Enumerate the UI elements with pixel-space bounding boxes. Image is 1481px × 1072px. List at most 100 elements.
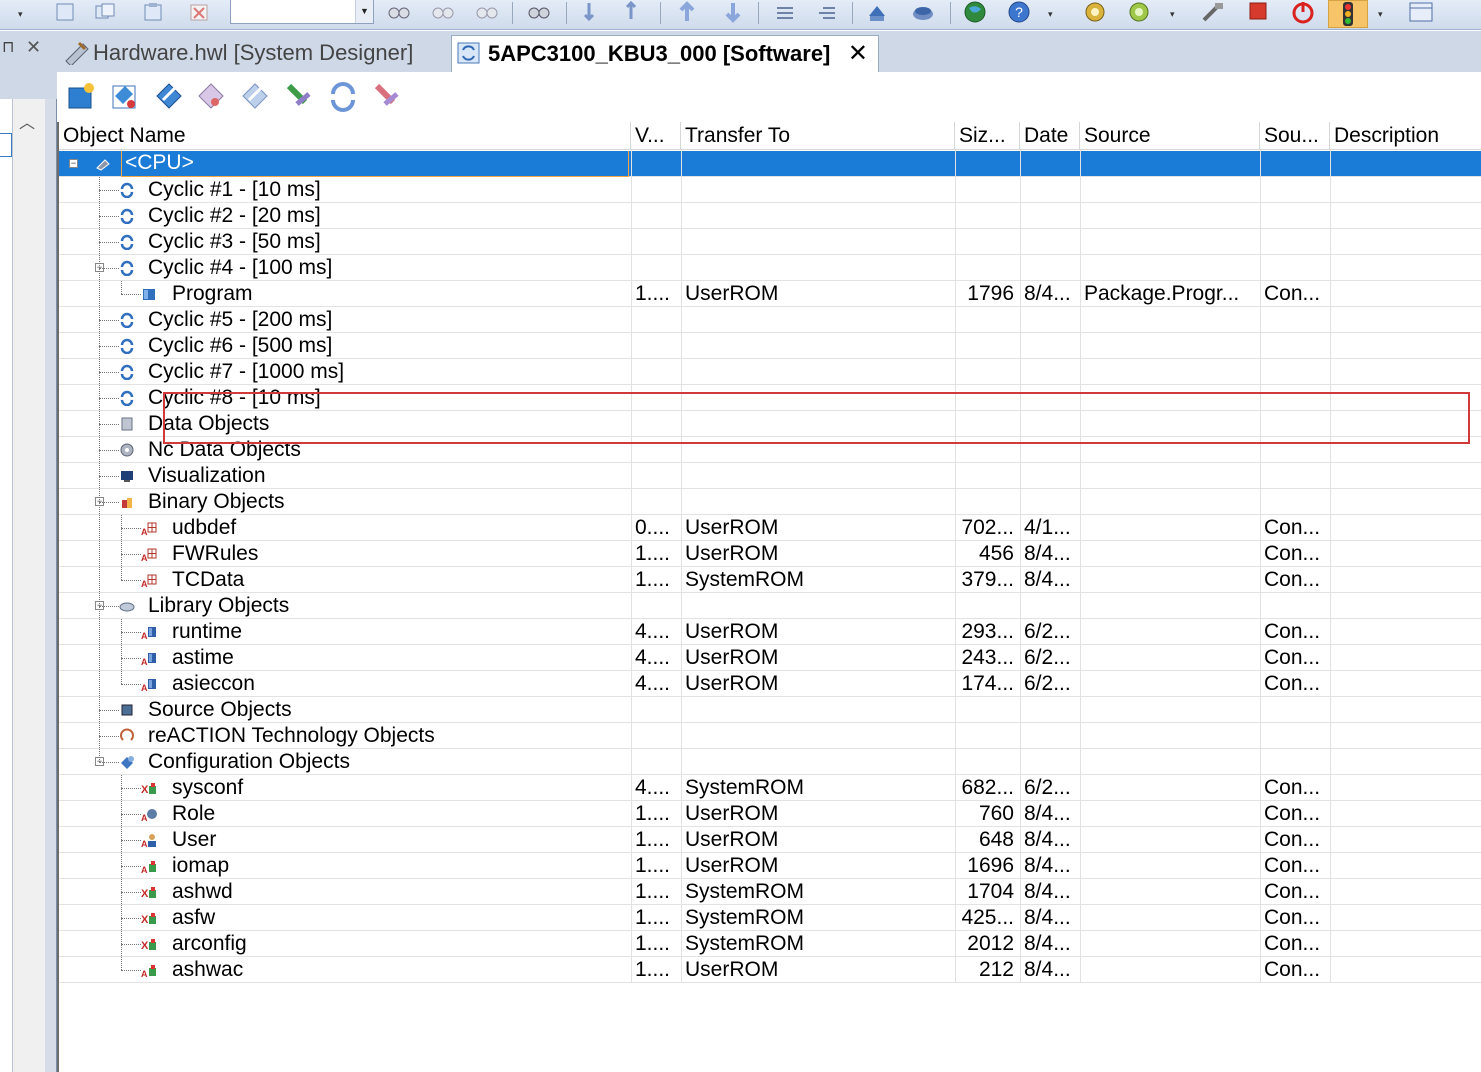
cell-transfer: UserROM <box>685 542 779 565</box>
toolbar-overflow-icon[interactable]: ▾ <box>18 4 26 24</box>
chevron-up-icon[interactable]: ︿ <box>19 109 35 133</box>
tab-hardware[interactable]: Hardware.hwl [System Designer] <box>59 35 449 72</box>
toolbar-overflow-icon-4[interactable]: ▾ <box>1378 4 1386 24</box>
table-row[interactable]: − Binary Objects <box>59 489 1481 515</box>
object-name: TCData <box>172 568 245 591</box>
copy-icon[interactable] <box>92 0 118 24</box>
cell-size: 702... <box>961 516 1014 539</box>
gear-icon[interactable] <box>1082 0 1108 24</box>
note-icon[interactable] <box>239 80 271 112</box>
upload-icon[interactable] <box>864 0 890 24</box>
stop-icon[interactable] <box>1246 0 1272 24</box>
object-name: User <box>172 828 217 851</box>
table-row-selected[interactable]: − <CPU> <box>59 151 1481 177</box>
align-indent-icon[interactable] <box>814 0 840 24</box>
table-row[interactable]: Aashwac 1.... UserROM 212 8/4... Con... <box>59 957 1481 983</box>
column-header-source[interactable]: Source <box>1080 122 1260 150</box>
cell-version <box>635 697 679 723</box>
table-row[interactable]: Aiomap 1.... UserROM 1696 8/4... Con... <box>59 853 1481 879</box>
insert-icon[interactable] <box>283 80 315 112</box>
close-tab-icon[interactable]: ✕ <box>848 36 868 72</box>
column-header-version[interactable]: V... <box>631 122 681 150</box>
add-object-icon[interactable] <box>65 80 97 112</box>
left-panel-selection[interactable] <box>0 133 12 157</box>
table-row[interactable]: reACTION Technology Objects <box>59 723 1481 749</box>
cell-source <box>1084 749 1258 775</box>
left-panel-splitter[interactable] <box>45 99 57 1072</box>
table-row[interactable]: − Configuration Objects <box>59 749 1481 775</box>
table-row[interactable]: Xashwd 1.... SystemROM 1704 8/4... Con... <box>59 879 1481 905</box>
table-row[interactable]: Visualization <box>59 463 1481 489</box>
column-header-source-type[interactable]: Sou... <box>1260 122 1330 150</box>
table-row[interactable]: A FWRules 1.... UserROM 456 8/4... Con... <box>59 541 1481 567</box>
power-icon[interactable] <box>1290 0 1316 24</box>
cut-icon[interactable] <box>195 80 227 112</box>
table-row[interactable]: Cyclic #3 - [50 ms] <box>59 229 1481 255</box>
pin-icon[interactable]: ⊓ <box>2 37 14 57</box>
main-toolbar: ▾ ▼ ? ▾ ▾ ▾ <box>0 0 1481 30</box>
table-row[interactable]: Aruntime 4.... UserROM 293... 6/2... Con... <box>59 619 1481 645</box>
column-header-size[interactable]: Siz... <box>955 122 1020 150</box>
properties-icon[interactable] <box>109 80 141 112</box>
find-prev-icon[interactable] <box>474 0 500 24</box>
table-row[interactable]: Audbdef 0.... UserROM 702... 4/1... Con... <box>59 515 1481 541</box>
left-panel-content <box>0 99 13 1072</box>
table-row[interactable]: Cyclic #7 - [1000 ms] <box>59 359 1481 385</box>
table-row[interactable]: Cyclic #6 - [500 ms] <box>59 333 1481 359</box>
cloud-icon[interactable] <box>910 0 936 24</box>
align-icon[interactable] <box>772 0 798 24</box>
sort-desc-icon[interactable] <box>622 0 648 24</box>
table-row[interactable]: Xarconfig 1.... SystemROM 2012 8/4... Con... <box>59 931 1481 957</box>
new-icon[interactable] <box>52 0 78 24</box>
cell-desc <box>1334 827 1481 853</box>
column-header-transfer-to[interactable]: Transfer To <box>681 122 955 150</box>
sort-asc-icon[interactable] <box>580 0 606 24</box>
collapse-toggle-icon[interactable]: − <box>69 159 78 168</box>
close-icon[interactable]: ✕ <box>26 37 41 58</box>
tab-software[interactable]: 5APC3100_KBU3_000 [Software] ✕ <box>451 35 879 72</box>
find-next-icon[interactable] <box>430 0 456 24</box>
refresh-icon[interactable] <box>327 80 359 112</box>
table-row[interactable]: Cyclic #1 - [10 ms] <box>59 177 1481 203</box>
table-row[interactable]: A TCData 1.... SystemROM 379... 8/4... Con... <box>59 567 1481 593</box>
table-row[interactable]: − Library Objects <box>59 593 1481 619</box>
table-row[interactable]: Xsysconf 4.... SystemROM 682... 6/2... Con... <box>59 775 1481 801</box>
table-row[interactable]: − Cyclic #4 - [100 ms] <box>59 255 1481 281</box>
column-header-date[interactable]: Date <box>1020 122 1080 150</box>
toolbar-overflow-icon-2[interactable]: ▾ <box>1048 4 1056 24</box>
column-header-description[interactable]: Description <box>1330 122 1481 150</box>
find-icon[interactable] <box>386 0 412 24</box>
remove-icon[interactable] <box>371 80 403 112</box>
cell-date <box>1024 593 1078 619</box>
table-row[interactable]: Aasieccon 4.... UserROM 174... 6/2... Con... <box>59 671 1481 697</box>
cell-transfer <box>685 359 953 385</box>
tools-icon[interactable] <box>1200 0 1226 24</box>
globe-icon[interactable] <box>962 0 988 24</box>
cell-desc <box>1334 931 1481 957</box>
calendar-icon[interactable] <box>1408 0 1434 24</box>
toolbar-overflow-icon-3[interactable]: ▾ <box>1170 4 1178 24</box>
cell-sou <box>1264 307 1328 333</box>
table-row[interactable]: Xasfw 1.... SystemROM 425... 8/4... Con... <box>59 905 1481 931</box>
table-row[interactable]: Aastime 4.... UserROM 243... 6/2... Con... <box>59 645 1481 671</box>
toolbar-combo[interactable]: ▼ <box>230 0 374 24</box>
column-header-object-name[interactable]: Object Name <box>59 122 631 150</box>
debug-icon[interactable] <box>1126 0 1152 24</box>
cell-size: 1704 <box>967 880 1014 903</box>
traffic-light-icon[interactable] <box>1328 0 1368 28</box>
help-icon[interactable]: ? <box>1006 0 1032 24</box>
paste-icon[interactable] <box>140 0 166 24</box>
table-row[interactable]: Source Objects <box>59 697 1481 723</box>
table-row[interactable]: A User 1.... UserROM 648 8/4... Con... <box>59 827 1481 853</box>
table-row[interactable]: Cyclic #5 - [200 ms] <box>59 307 1481 333</box>
delete-icon[interactable] <box>186 0 212 24</box>
table-row[interactable]: Cyclic #2 - [20 ms] <box>59 203 1481 229</box>
left-panel-scrollbar[interactable]: ︿ <box>13 99 45 1072</box>
table-row[interactable]: Program 1.... UserROM 1796 8/4... Package.Pro… <box>59 281 1481 307</box>
move-down-icon[interactable] <box>720 0 746 24</box>
move-up-icon[interactable] <box>674 0 700 24</box>
binoculars-icon[interactable] <box>526 0 552 24</box>
edit-icon[interactable] <box>153 80 185 112</box>
table-row[interactable]: A Role 1.... UserROM 760 8/4... Con... <box>59 801 1481 827</box>
chevron-down-icon[interactable]: ▼ <box>355 0 373 23</box>
